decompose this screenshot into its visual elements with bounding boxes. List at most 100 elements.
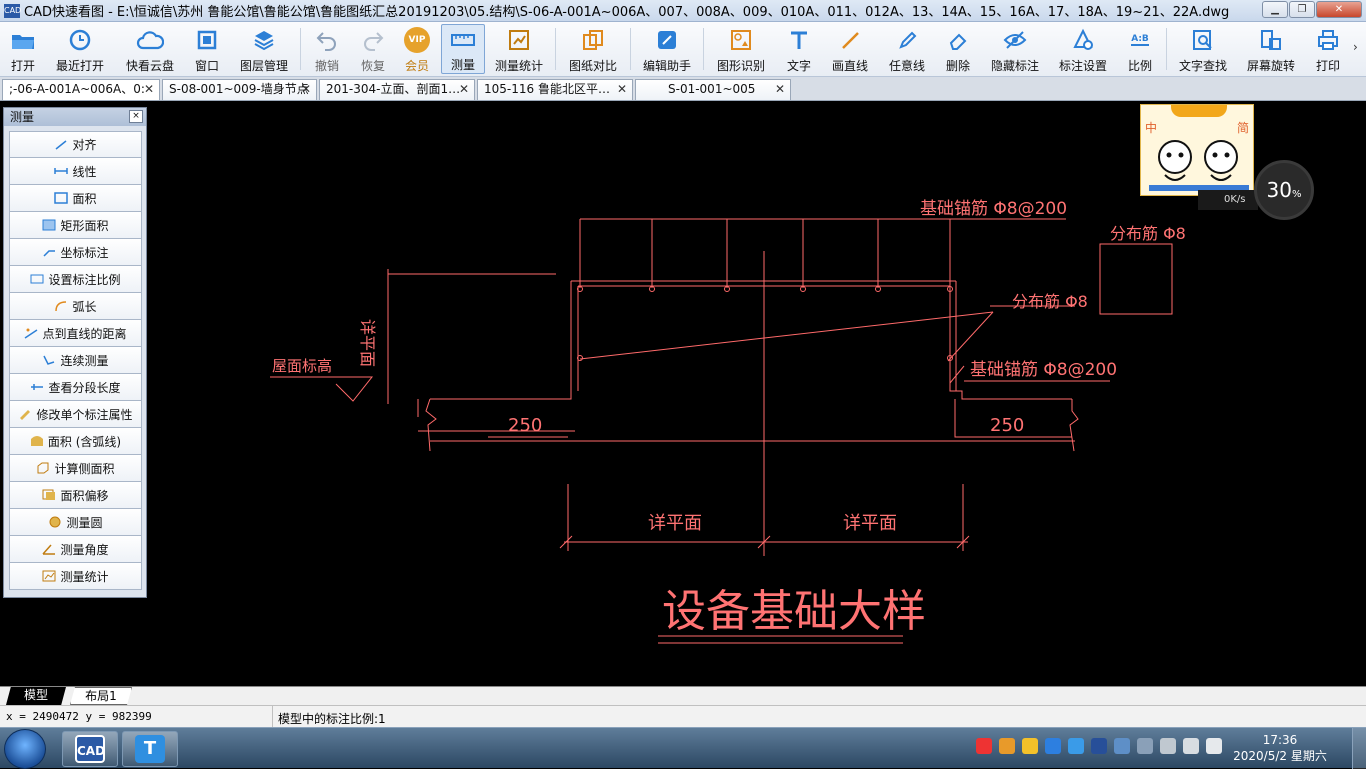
measure-linear-button[interactable]: 线性 xyxy=(9,158,142,185)
show-desktop-button[interactable] xyxy=(1352,728,1366,769)
app-tray-icon[interactable] xyxy=(999,738,1015,754)
sogou-ime-icon[interactable] xyxy=(976,738,992,754)
toolbar-separator xyxy=(630,28,631,70)
ruler-icon xyxy=(449,27,477,53)
taskbar-t-app[interactable]: T xyxy=(122,731,178,767)
flag-icon[interactable] xyxy=(1160,738,1176,754)
angle-measure-icon xyxy=(42,543,56,555)
shape-recognition-button[interactable]: 图形识别 xyxy=(714,24,768,74)
recent-button[interactable]: 最近打开 xyxy=(52,24,108,74)
text-tool-button[interactable]: 文字 xyxy=(784,24,814,74)
tab-close-icon[interactable]: ✕ xyxy=(617,80,627,99)
document-tab[interactable]: 105-116 鲁能北区平… ✕ xyxy=(477,79,633,100)
minimize-button[interactable]: ▁ xyxy=(1262,1,1288,18)
window-button[interactable]: 窗口 xyxy=(190,24,224,74)
cloud-button[interactable]: 快看云盘 xyxy=(122,24,178,74)
measure-arc-length-button[interactable]: 弧长 xyxy=(9,293,142,320)
clock-time: 17:36 xyxy=(1262,733,1298,747)
measure-edit-dimension-button[interactable]: 修改单个标注属性 xyxy=(9,401,142,428)
system-clock[interactable]: 17:36 2020/5/2 星期六 xyxy=(1232,732,1328,764)
network-icon[interactable] xyxy=(1183,738,1199,754)
layers-button[interactable]: 图层管理 xyxy=(236,24,292,74)
measure-stats-panel-button[interactable]: 测量统计 xyxy=(9,563,142,590)
bluetooth-icon[interactable] xyxy=(1091,738,1107,754)
tab-close-icon[interactable]: ✕ xyxy=(459,80,469,99)
measure-button[interactable]: 测量 xyxy=(441,24,485,74)
text-t-icon xyxy=(785,26,813,54)
tab-close-icon[interactable]: ✕ xyxy=(144,80,154,99)
floating-ime-widget[interactable]: 中 简 xyxy=(1140,104,1254,196)
erase-label: 删除 xyxy=(945,59,970,73)
volume-icon[interactable] xyxy=(1206,738,1222,754)
tab-close-icon[interactable]: ✕ xyxy=(775,80,785,99)
measure-item-label: 计算侧面积 xyxy=(54,461,115,476)
model-tab[interactable]: 模型 xyxy=(6,687,66,705)
memory-usage-gauge[interactable]: 30% xyxy=(1254,160,1314,220)
measure-item-label: 连续测量 xyxy=(60,353,109,368)
line-tool-button[interactable]: 画直线 xyxy=(828,24,872,74)
tab-close-icon[interactable]: ✕ xyxy=(301,80,311,99)
rotate-screen-label: 屏幕旋转 xyxy=(1246,59,1295,73)
measure-segment-length-button[interactable]: 查看分段长度 xyxy=(9,374,142,401)
measure-panel-header: 测量 × xyxy=(4,108,146,126)
measure-circle-button[interactable]: 测量圆 xyxy=(9,509,142,536)
shield-icon[interactable] xyxy=(1068,738,1084,754)
recent-clock-icon xyxy=(66,26,94,54)
hide-dimension-button[interactable]: 隐藏标注 xyxy=(988,24,1042,74)
window-label: 窗口 xyxy=(194,59,219,73)
toolbar-separator xyxy=(300,28,301,70)
layout1-tab[interactable]: 布局1 xyxy=(70,687,132,705)
measure-item-label: 面积 (含弧线) xyxy=(47,434,122,449)
print-button[interactable]: 打印 xyxy=(1312,24,1344,74)
close-window-button[interactable]: ✕ xyxy=(1316,1,1362,18)
window-icon xyxy=(193,26,221,54)
tray-device-icon[interactable] xyxy=(1114,738,1130,754)
measure-scale-setting-button[interactable]: 设置标注比例 xyxy=(9,266,142,293)
hide-dimension-label: 隐藏标注 xyxy=(990,59,1039,73)
erase-button[interactable]: 删除 xyxy=(942,24,974,74)
measure-area-button[interactable]: 面积 xyxy=(9,185,142,212)
measure-area-offset-button[interactable]: 面积偏移 xyxy=(9,482,142,509)
measure-side-area-button[interactable]: 计算侧面积 xyxy=(9,455,142,482)
compare-button[interactable]: 图纸对比 xyxy=(566,24,620,74)
measure-panel-close-button[interactable]: × xyxy=(129,110,143,123)
measure-arc-area-button[interactable]: 面积 (含弧线) xyxy=(9,428,142,455)
redo-button[interactable]: 恢复 xyxy=(356,24,390,74)
freeline-tool-button[interactable]: 任意线 xyxy=(886,24,928,74)
document-tab[interactable]: S-08-001~009-墙身节点 ✕ xyxy=(162,79,317,100)
measure-aligned-button[interactable]: 对齐 xyxy=(9,131,142,158)
measure-angle-button[interactable]: 测量角度 xyxy=(9,536,142,563)
point-line-distance-icon xyxy=(24,327,38,339)
document-tab[interactable]: S-01-001~005 ✕ xyxy=(635,79,791,100)
vip-button[interactable]: VIP 会员 xyxy=(400,24,434,74)
rotate-screen-button[interactable]: 屏幕旋转 xyxy=(1244,24,1298,74)
open-button[interactable]: 打开 xyxy=(6,24,40,74)
undo-button[interactable]: 撤销 xyxy=(310,24,344,74)
arc-length-icon xyxy=(54,300,68,312)
document-tab[interactable]: 201-304-立面、剖面1… ✕ xyxy=(319,79,475,100)
arc-area-icon xyxy=(30,435,44,447)
tray-app-icon[interactable] xyxy=(1022,738,1038,754)
status-divider xyxy=(272,706,273,728)
drawing-lines xyxy=(270,218,1173,644)
toolbar-more-button[interactable]: › xyxy=(1353,40,1358,54)
measure-continuous-button[interactable]: 连续测量 xyxy=(9,347,142,374)
measure-stats-button[interactable]: 测量统计 xyxy=(492,24,546,74)
coordinate-icon xyxy=(42,246,56,258)
start-button[interactable] xyxy=(4,729,46,769)
restore-button[interactable]: ❐ xyxy=(1289,1,1315,18)
measure-coordinate-button[interactable]: 坐标标注 xyxy=(9,239,142,266)
star-tray-icon[interactable] xyxy=(1045,738,1061,754)
taskbar-cad-app[interactable]: CAD xyxy=(62,731,118,767)
dimension-settings-button[interactable]: 标注设置 xyxy=(1056,24,1110,74)
widget-left-char: 中 xyxy=(1145,121,1158,135)
window-title: CAD快速看图 - E:\恒诚信\苏州 鲁能公馆\鲁能公馆\鲁能图纸汇总2019… xyxy=(24,5,1230,20)
edit-helper-button[interactable]: 编辑助手 xyxy=(640,24,694,74)
measure-rect-area-button[interactable]: 矩形面积 xyxy=(9,212,142,239)
measure-point-line-button[interactable]: 点到直线的距离 xyxy=(9,320,142,347)
document-tab[interactable]: ;-06-A-001A~006A、0: ✕ xyxy=(2,79,160,100)
measure-item-label: 测量圆 xyxy=(66,515,103,530)
find-text-button[interactable]: 文字查找 xyxy=(1176,24,1230,74)
usb-icon[interactable] xyxy=(1137,738,1153,754)
scale-button[interactable]: A:B 比例 xyxy=(1124,24,1156,74)
